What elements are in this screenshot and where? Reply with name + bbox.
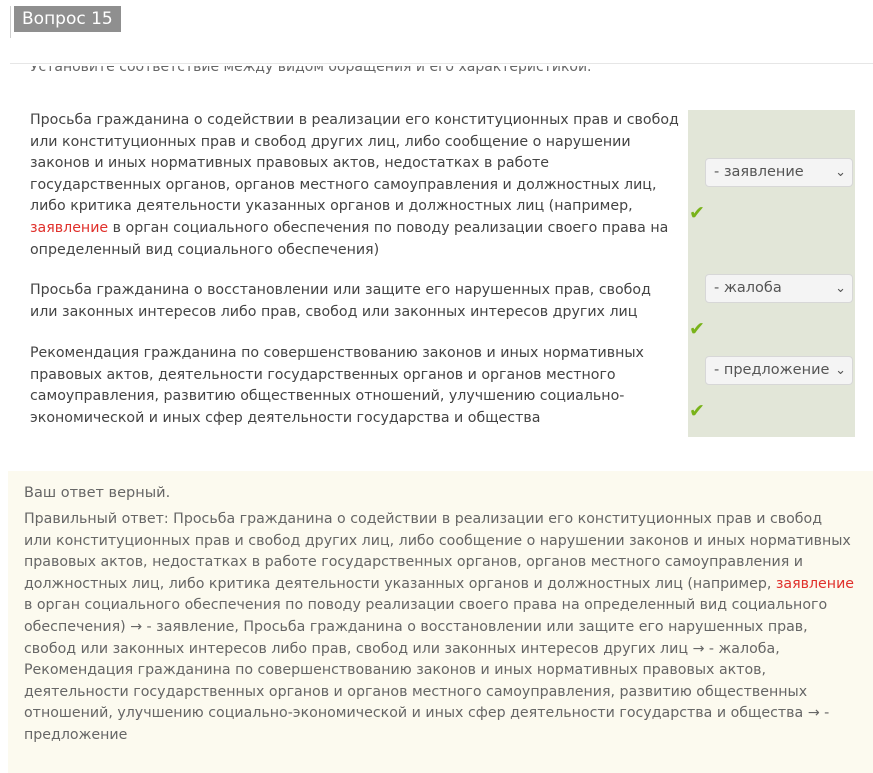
feedback-right-answer: Правильный ответ: Просьба гражданина о с… [24,509,854,747]
row-1-text-after: в орган социального обеспечения по повод… [30,219,669,258]
right-answer-after: в орган социального обеспечения по повод… [24,597,830,743]
answer-select-3-value: - предложение [714,362,830,378]
answer-select-2[interactable]: - жалоба ⌄ [705,274,853,303]
check-icon: ✔ [689,400,705,422]
match-row-2-text: Просьба гражданина о восстановлении или … [30,282,651,320]
check-icon: ✔ [689,318,705,340]
chevron-down-icon: ⌄ [835,363,846,378]
right-answer-highlight: заявление [775,575,855,592]
right-answer-before: Правильный ответ: Просьба гражданина о с… [24,511,851,592]
header-divider [10,63,873,64]
question-header: Вопрос 15 [0,0,873,68]
chevron-down-icon: ⌄ [835,281,846,296]
match-row-1-text: Просьба гражданина о содействии в реализ… [30,110,680,261]
answer-select-1-value: - заявление [714,164,804,180]
answer-select-2-value: - жалоба [714,280,782,296]
match-row-3-text: Рекомендация гражданина по совершенствов… [30,345,644,426]
question-prompt: Установите соответствие между видом обра… [30,66,670,82]
header-divider-vertical [10,6,11,38]
answer-select-1[interactable]: - заявление ⌄ [705,158,853,187]
answer-select-3[interactable]: - предложение ⌄ [705,356,853,385]
chevron-down-icon: ⌄ [835,165,846,180]
question-number-badge: Вопрос 15 [14,6,121,32]
row-1-highlight: заявление [30,219,109,236]
question-prompt-text: Установите соответствие между видом обра… [30,66,592,75]
feedback-panel: Ваш ответ верный. Правильный ответ: Прос… [8,471,873,773]
feedback-verdict: Ваш ответ верный. [24,485,171,501]
row-1-text-before: Просьба гражданина о содействии в реализ… [30,112,679,215]
check-icon: ✔ [689,202,705,224]
